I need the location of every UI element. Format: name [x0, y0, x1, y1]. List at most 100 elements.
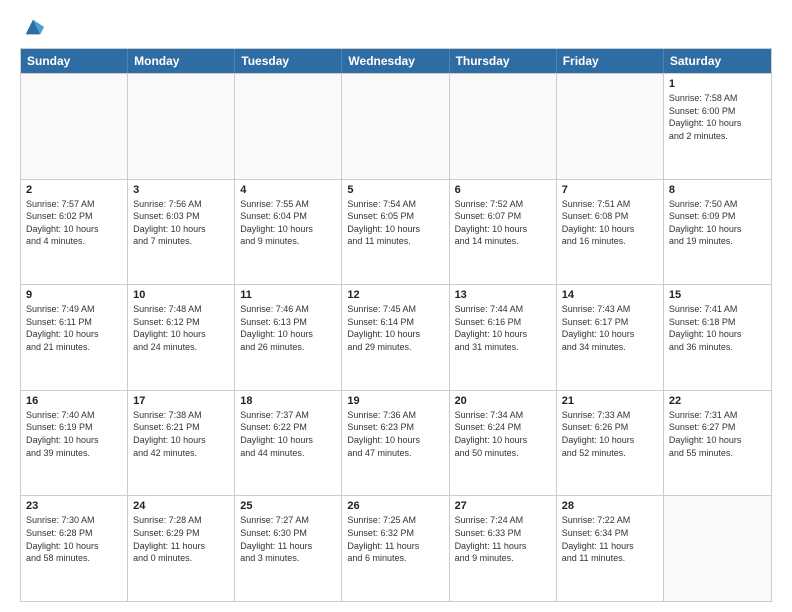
- header-day-sunday: Sunday: [21, 49, 128, 73]
- calendar: SundayMondayTuesdayWednesdayThursdayFrid…: [20, 48, 772, 602]
- day-cell-26: 26 Sunrise: 7:25 AM Sunset: 6:32 PM Dayli…: [342, 496, 449, 601]
- day-number: 9: [26, 289, 122, 301]
- day-info: Sunrise: 7:46 AM Sunset: 6:13 PM Dayligh…: [240, 303, 336, 353]
- day-number: 3: [133, 184, 229, 196]
- day-number: 18: [240, 395, 336, 407]
- day-info: Sunrise: 7:44 AM Sunset: 6:16 PM Dayligh…: [455, 303, 551, 353]
- day-cell-9: 9 Sunrise: 7:49 AM Sunset: 6:11 PM Daylig…: [21, 285, 128, 390]
- day-info: Sunrise: 7:24 AM Sunset: 6:33 PM Dayligh…: [455, 514, 551, 564]
- day-number: 24: [133, 500, 229, 512]
- day-info: Sunrise: 7:25 AM Sunset: 6:32 PM Dayligh…: [347, 514, 443, 564]
- day-info: Sunrise: 7:31 AM Sunset: 6:27 PM Dayligh…: [669, 409, 766, 459]
- day-cell-14: 14 Sunrise: 7:43 AM Sunset: 6:17 PM Dayli…: [557, 285, 664, 390]
- day-number: 15: [669, 289, 766, 301]
- day-cell-11: 11 Sunrise: 7:46 AM Sunset: 6:13 PM Dayli…: [235, 285, 342, 390]
- day-info: Sunrise: 7:41 AM Sunset: 6:18 PM Dayligh…: [669, 303, 766, 353]
- day-info: Sunrise: 7:57 AM Sunset: 6:02 PM Dayligh…: [26, 198, 122, 248]
- day-info: Sunrise: 7:45 AM Sunset: 6:14 PM Dayligh…: [347, 303, 443, 353]
- calendar-week-4: 16 Sunrise: 7:40 AM Sunset: 6:19 PM Dayli…: [21, 390, 771, 496]
- day-cell-4: 4 Sunrise: 7:55 AM Sunset: 6:04 PM Daylig…: [235, 180, 342, 285]
- day-info: Sunrise: 7:50 AM Sunset: 6:09 PM Dayligh…: [669, 198, 766, 248]
- day-number: 10: [133, 289, 229, 301]
- day-cell-10: 10 Sunrise: 7:48 AM Sunset: 6:12 PM Dayli…: [128, 285, 235, 390]
- day-cell-empty: [128, 74, 235, 179]
- day-info: Sunrise: 7:48 AM Sunset: 6:12 PM Dayligh…: [133, 303, 229, 353]
- day-info: Sunrise: 7:55 AM Sunset: 6:04 PM Dayligh…: [240, 198, 336, 248]
- day-info: Sunrise: 7:34 AM Sunset: 6:24 PM Dayligh…: [455, 409, 551, 459]
- calendar-week-1: 1 Sunrise: 7:58 AM Sunset: 6:00 PM Daylig…: [21, 73, 771, 179]
- day-info: Sunrise: 7:52 AM Sunset: 6:07 PM Dayligh…: [455, 198, 551, 248]
- day-cell-empty: [664, 496, 771, 601]
- day-number: 28: [562, 500, 658, 512]
- day-number: 4: [240, 184, 336, 196]
- day-number: 17: [133, 395, 229, 407]
- day-number: 20: [455, 395, 551, 407]
- header-day-friday: Friday: [557, 49, 664, 73]
- day-cell-27: 27Sunrise: 7:24 AM Sunset: 6:33 PM Dayli…: [450, 496, 557, 601]
- day-cell-8: 8 Sunrise: 7:50 AM Sunset: 6:09 PM Daylig…: [664, 180, 771, 285]
- day-info: Sunrise: 7:30 AM Sunset: 6:28 PM Dayligh…: [26, 514, 122, 564]
- day-info: Sunrise: 7:22 AM Sunset: 6:34 PM Dayligh…: [562, 514, 658, 564]
- day-number: 16: [26, 395, 122, 407]
- day-number: 13: [455, 289, 551, 301]
- day-info: Sunrise: 7:40 AM Sunset: 6:19 PM Dayligh…: [26, 409, 122, 459]
- day-cell-1: 1 Sunrise: 7:58 AM Sunset: 6:00 PM Daylig…: [664, 74, 771, 179]
- day-cell-21: 21Sunrise: 7:33 AM Sunset: 6:26 PM Dayli…: [557, 391, 664, 496]
- day-info: Sunrise: 7:36 AM Sunset: 6:23 PM Dayligh…: [347, 409, 443, 459]
- calendar-body: 1 Sunrise: 7:58 AM Sunset: 6:00 PM Daylig…: [21, 73, 771, 601]
- day-cell-24: 24 Sunrise: 7:28 AM Sunset: 6:29 PM Dayli…: [128, 496, 235, 601]
- calendar-week-2: 2 Sunrise: 7:57 AM Sunset: 6:02 PM Daylig…: [21, 179, 771, 285]
- header-day-monday: Monday: [128, 49, 235, 73]
- day-cell-empty: [21, 74, 128, 179]
- header-day-thursday: Thursday: [450, 49, 557, 73]
- logo: [20, 16, 44, 38]
- day-cell-28: 28 Sunrise: 7:22 AM Sunset: 6:34 PM Dayli…: [557, 496, 664, 601]
- day-info: Sunrise: 7:51 AM Sunset: 6:08 PM Dayligh…: [562, 198, 658, 248]
- day-number: 26: [347, 500, 443, 512]
- day-cell-23: 23 Sunrise: 7:30 AM Sunset: 6:28 PM Dayli…: [21, 496, 128, 601]
- header-day-tuesday: Tuesday: [235, 49, 342, 73]
- day-cell-12: 12 Sunrise: 7:45 AM Sunset: 6:14 PM Dayli…: [342, 285, 449, 390]
- day-cell-17: 17 Sunrise: 7:38 AM Sunset: 6:21 PM Dayli…: [128, 391, 235, 496]
- day-info: Sunrise: 7:43 AM Sunset: 6:17 PM Dayligh…: [562, 303, 658, 353]
- day-cell-13: 13 Sunrise: 7:44 AM Sunset: 6:16 PM Dayli…: [450, 285, 557, 390]
- day-info: Sunrise: 7:37 AM Sunset: 6:22 PM Dayligh…: [240, 409, 336, 459]
- day-cell-empty: [557, 74, 664, 179]
- logo-icon: [22, 16, 44, 38]
- day-number: 1: [669, 78, 766, 90]
- day-info: Sunrise: 7:33 AM Sunset: 6:26 PM Dayligh…: [562, 409, 658, 459]
- calendar-week-3: 9 Sunrise: 7:49 AM Sunset: 6:11 PM Daylig…: [21, 284, 771, 390]
- day-cell-18: 18 Sunrise: 7:37 AM Sunset: 6:22 PM Dayli…: [235, 391, 342, 496]
- day-info: Sunrise: 7:49 AM Sunset: 6:11 PM Dayligh…: [26, 303, 122, 353]
- day-number: 14: [562, 289, 658, 301]
- day-cell-2: 2 Sunrise: 7:57 AM Sunset: 6:02 PM Daylig…: [21, 180, 128, 285]
- day-cell-19: 19 Sunrise: 7:36 AM Sunset: 6:23 PM Dayli…: [342, 391, 449, 496]
- day-info: Sunrise: 7:27 AM Sunset: 6:30 PM Dayligh…: [240, 514, 336, 564]
- day-number: 19: [347, 395, 443, 407]
- header-day-saturday: Saturday: [664, 49, 771, 73]
- day-cell-25: 25 Sunrise: 7:27 AM Sunset: 6:30 PM Dayli…: [235, 496, 342, 601]
- day-number: 11: [240, 289, 336, 301]
- day-cell-5: 5Sunrise: 7:54 AM Sunset: 6:05 PM Daylig…: [342, 180, 449, 285]
- calendar-header-row: SundayMondayTuesdayWednesdayThursdayFrid…: [21, 49, 771, 73]
- day-number: 25: [240, 500, 336, 512]
- day-number: 12: [347, 289, 443, 301]
- day-info: Sunrise: 7:58 AM Sunset: 6:00 PM Dayligh…: [669, 92, 766, 142]
- day-info: Sunrise: 7:28 AM Sunset: 6:29 PM Dayligh…: [133, 514, 229, 564]
- header-day-wednesday: Wednesday: [342, 49, 449, 73]
- day-info: Sunrise: 7:38 AM Sunset: 6:21 PM Dayligh…: [133, 409, 229, 459]
- day-number: 8: [669, 184, 766, 196]
- day-number: 7: [562, 184, 658, 196]
- day-info: Sunrise: 7:56 AM Sunset: 6:03 PM Dayligh…: [133, 198, 229, 248]
- header: [20, 16, 772, 38]
- day-cell-empty: [342, 74, 449, 179]
- day-cell-22: 22 Sunrise: 7:31 AM Sunset: 6:27 PM Dayli…: [664, 391, 771, 496]
- day-cell-16: 16 Sunrise: 7:40 AM Sunset: 6:19 PM Dayli…: [21, 391, 128, 496]
- day-cell-7: 7 Sunrise: 7:51 AM Sunset: 6:08 PM Daylig…: [557, 180, 664, 285]
- day-cell-empty: [235, 74, 342, 179]
- day-cell-20: 20 Sunrise: 7:34 AM Sunset: 6:24 PM Dayli…: [450, 391, 557, 496]
- day-number: 22: [669, 395, 766, 407]
- day-cell-15: 15 Sunrise: 7:41 AM Sunset: 6:18 PM Dayli…: [664, 285, 771, 390]
- day-number: 23: [26, 500, 122, 512]
- day-number: 2: [26, 184, 122, 196]
